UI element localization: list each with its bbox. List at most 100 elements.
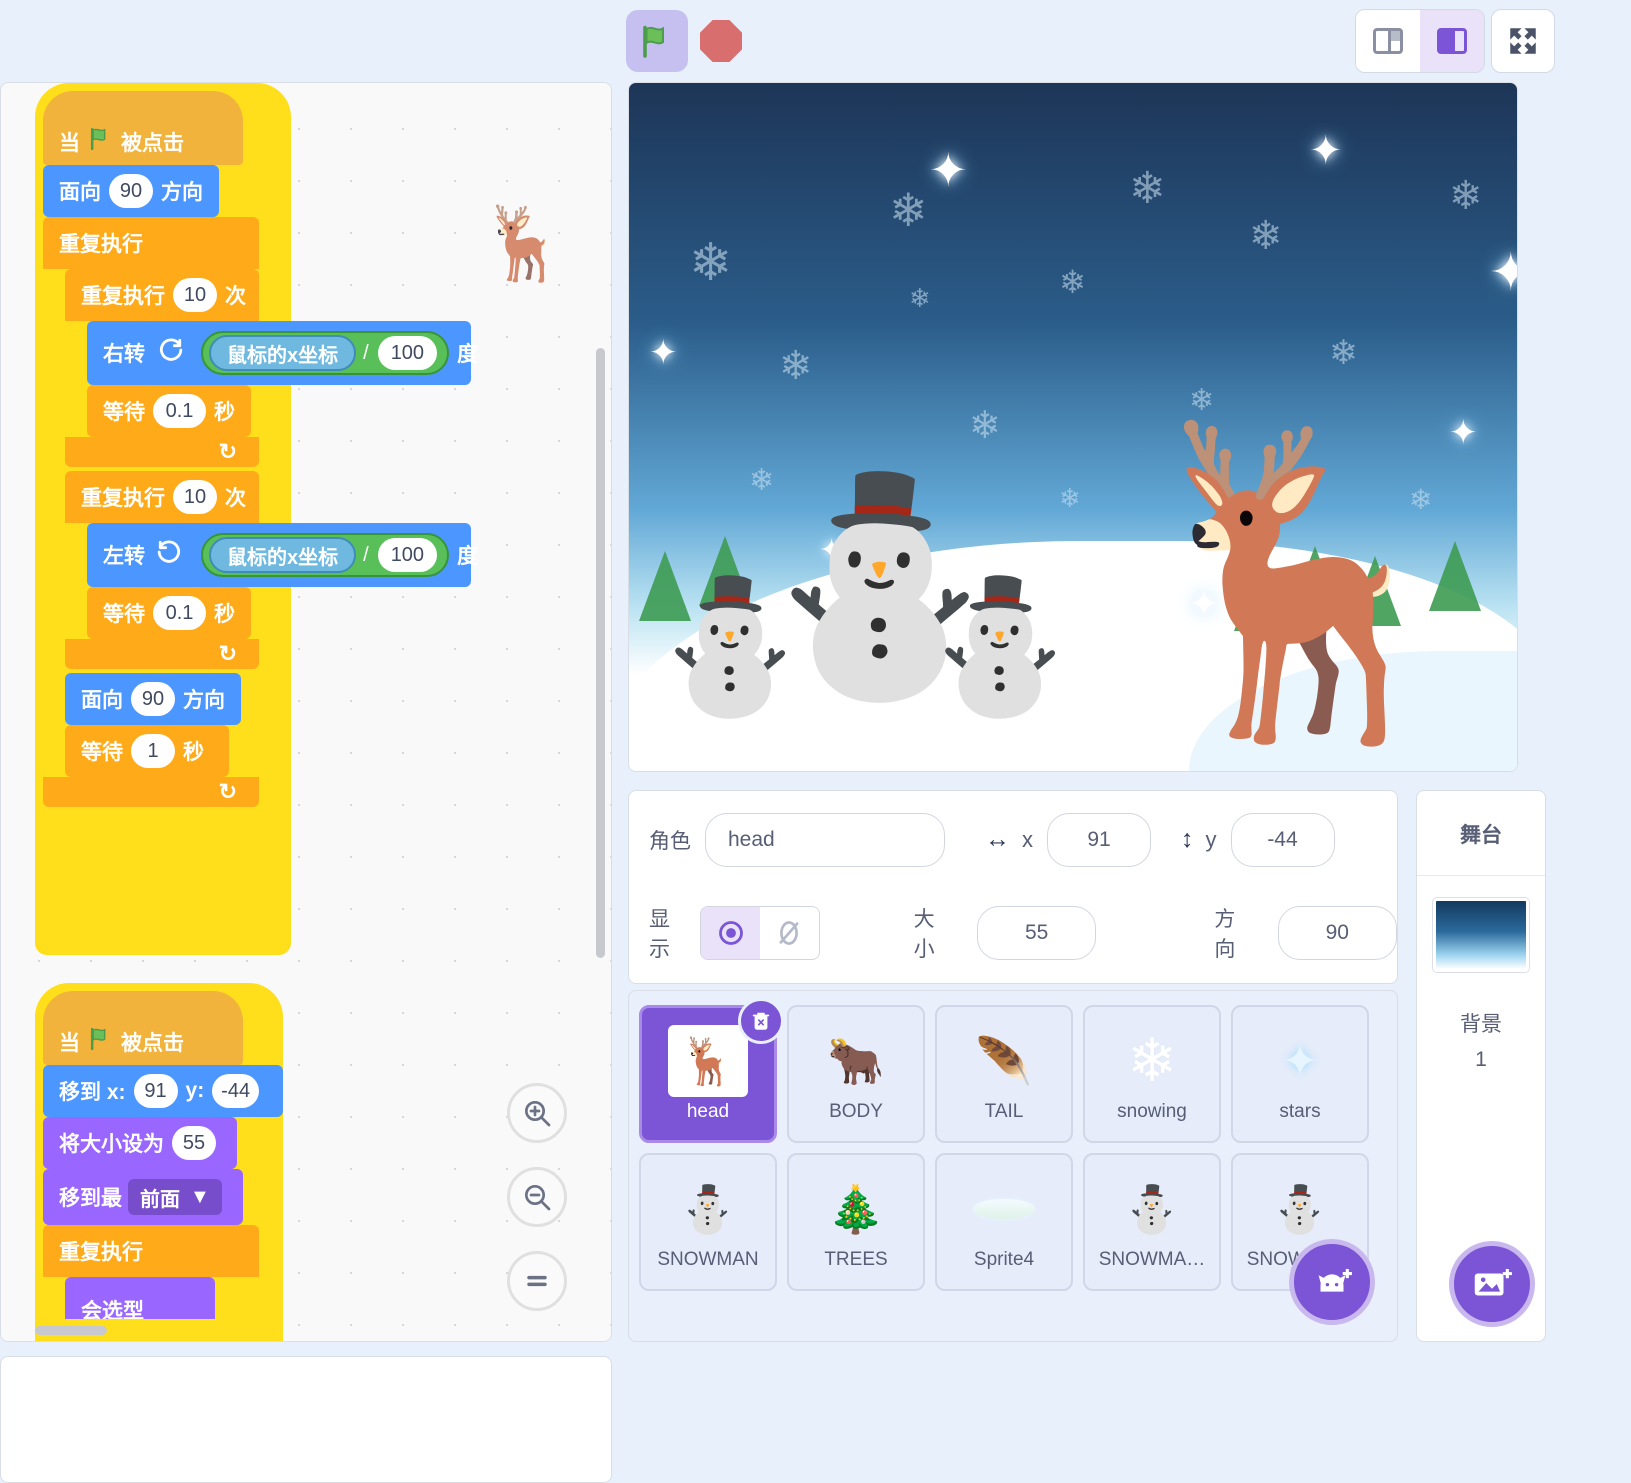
layer-dropdown[interactable]: 前面 ▼ [128, 1179, 222, 1215]
stop-button[interactable] [696, 16, 746, 66]
sprite-card-head[interactable]: 🦌 head [639, 998, 784, 1143]
sprite-name-input[interactable]: head [705, 812, 945, 867]
set-size-input[interactable]: 55 [172, 1126, 216, 1160]
sprite-card-sprite4[interactable]: Sprite4 [935, 1153, 1073, 1291]
point-direction-pre-2: 面向 [81, 689, 123, 712]
star-sparkle-icon: ✦ [929, 144, 968, 196]
mouse-x-reporter-1[interactable]: 鼠标的x坐标 [209, 335, 357, 371]
block-when-flag-clicked[interactable]: 当 被点击 [43, 91, 243, 165]
repeat-2-body: 左转 鼠标的x坐标 / 100 度 等待 0.1 秒 [87, 523, 478, 639]
block-go-to-layer[interactable]: 移到最 前面 ▼ [43, 1169, 243, 1225]
add-sprite-button[interactable] [1289, 1239, 1375, 1325]
wait-post-3: 秒 [183, 741, 204, 764]
small-stage-layout-button[interactable] [1356, 10, 1420, 72]
wait-input-1[interactable]: 0.1 [153, 394, 206, 428]
divisor-input-2[interactable]: 100 [377, 538, 438, 572]
green-flag-icon [643, 25, 664, 58]
direction-input[interactable]: 90 [1277, 906, 1397, 960]
sprite-card-stars[interactable]: ✦ stars [1231, 1005, 1369, 1143]
sprite-card-label: BODY [829, 1101, 883, 1122]
x-input[interactable]: 91 [1047, 812, 1151, 867]
zoom-in-button[interactable] [507, 1083, 567, 1143]
script-1[interactable]: 当 被点击 面向 90 方向 重复执行 重复执行 10 次 右转 鼠标的x坐标 … [35, 83, 478, 955]
sprite-card-tail[interactable]: 🪶 TAIL [935, 1005, 1073, 1143]
stage[interactable]: ❄ ❄ ❄ ❄ ❄ ❄ ❄ ❄ ❄ ❄ ❄ ❄ ❄ ❄ ✦ ✦ ✦ ✦ ✦ ✦ … [628, 82, 1518, 772]
clicked-label-2: 被点击 [121, 1032, 184, 1055]
stage-backdrop-thumbnail[interactable] [1433, 898, 1529, 972]
block-turn-right[interactable]: 右转 鼠标的x坐标 / 100 度 [87, 321, 478, 385]
hide-sprite-button[interactable] [759, 907, 819, 959]
block-forever[interactable]: 重复执行 [43, 217, 259, 269]
eye-icon [718, 921, 743, 945]
script-2[interactable]: 当 被点击 移到 x: 91 y: -44 将大小设为 55 移到最 前面 ▼ [35, 983, 283, 1341]
large-stage-icon [1437, 28, 1467, 54]
wait-input-3[interactable]: 1 [131, 734, 175, 768]
wait-input-2[interactable]: 0.1 [153, 596, 206, 630]
star-sparkle-icon: ✦ [1309, 129, 1343, 173]
stage-panel-divider [1417, 875, 1545, 876]
size-input[interactable]: 55 [976, 906, 1097, 960]
sprite-card-body[interactable]: 🐂 BODY [787, 1005, 925, 1143]
sprite-card-snowman-2[interactable]: ⛄ SNOWMA… [1083, 1153, 1221, 1291]
block-wait-2[interactable]: 等待 0.1 秒 [87, 587, 251, 639]
sprite-card-label: TREES [824, 1249, 888, 1270]
sprite-card-label: TAIL [984, 1101, 1024, 1122]
operator-divide-2[interactable]: 鼠标的x坐标 / 100 [201, 533, 450, 577]
star-sparkle-icon: ✦ [649, 334, 678, 372]
block-wait-3[interactable]: 等待 1 秒 [65, 725, 229, 777]
y-input[interactable]: -44 [1230, 812, 1335, 867]
sprite-thumbnail: ⛄ [1123, 1182, 1181, 1235]
block-repeat-1[interactable]: 重复执行 10 次 [65, 269, 259, 321]
small-stage-icon [1373, 28, 1403, 54]
sprite-thumbnail: ⛄ [679, 1182, 737, 1235]
wait-pre-1: 等待 [103, 401, 145, 424]
visibility-toggle-group [700, 906, 820, 960]
visibility-label: 显示 [649, 908, 670, 961]
zoom-reset-icon [527, 1275, 547, 1287]
direction-input[interactable]: 90 [109, 174, 153, 208]
block-turn-left[interactable]: 左转 鼠标的x坐标 / 100 度 [87, 523, 478, 587]
fullscreen-button[interactable] [1491, 9, 1555, 73]
goto-y-input[interactable]: -44 [212, 1074, 259, 1108]
show-sprite-button[interactable] [701, 907, 760, 959]
green-flag-icon-inline [88, 126, 113, 157]
block-partial-looks[interactable]: 会选型 [65, 1277, 215, 1319]
sprite-card-snowing[interactable]: ❄ snowing [1083, 1005, 1221, 1143]
direction-input-2[interactable]: 90 [131, 682, 175, 716]
direction-label: 方向 [1214, 908, 1236, 961]
divisor-input-1[interactable]: 100 [377, 336, 438, 370]
zoom-reset-button[interactable] [507, 1251, 567, 1311]
repeat-count-1[interactable]: 10 [173, 278, 217, 312]
block-wait-1[interactable]: 等待 0.1 秒 [87, 385, 251, 437]
zoom-out-button[interactable] [507, 1167, 567, 1227]
block-set-size[interactable]: 将大小设为 55 [43, 1117, 237, 1169]
sprite-card-trees[interactable]: 🎄 TREES [787, 1153, 925, 1291]
operator-divide-1[interactable]: 鼠标的x坐标 / 100 [201, 331, 450, 375]
mouse-x-reporter-2[interactable]: 鼠标的x坐标 [209, 537, 357, 573]
large-stage-layout-button[interactable] [1420, 10, 1484, 72]
code-workspace[interactable]: 🦌 当 被点击 面向 90 方向 重复执行 重复执行 10 次 右转 鼠标的x坐… [0, 82, 612, 1342]
snowflake-icon: ❄ [1329, 334, 1358, 372]
add-backdrop-button[interactable] [1449, 1241, 1535, 1327]
wait-post-2: 秒 [214, 603, 235, 626]
block-point-direction-2[interactable]: 面向 90 方向 [65, 673, 241, 725]
sprite-thumbnail: ❄ [1126, 1027, 1178, 1094]
repeat-count-2[interactable]: 10 [173, 480, 217, 514]
delete-sprite-button[interactable] [738, 998, 784, 1044]
block-repeat-2[interactable]: 重复执行 10 次 [65, 471, 259, 523]
block-point-direction[interactable]: 面向 90 方向 [43, 165, 219, 217]
block-goto-xy[interactable]: 移到 x: 91 y: -44 [43, 1065, 283, 1117]
stage-size-toggle-group [1355, 9, 1485, 73]
fullscreen-icon [1510, 28, 1536, 54]
zoom-out-icon [525, 1185, 551, 1211]
block-when-flag-clicked-2[interactable]: 当 被点击 [43, 991, 243, 1065]
block-forever-2[interactable]: 重复执行 [43, 1225, 259, 1277]
goto-x-label: 移到 x: [59, 1081, 126, 1104]
x-label: x [1022, 826, 1033, 852]
workspace-vertical-scrollbar[interactable] [596, 348, 605, 958]
sprite-card-snowman[interactable]: ⛄ SNOWMAN [639, 1153, 777, 1291]
green-flag-button[interactable] [626, 10, 688, 72]
goto-x-input[interactable]: 91 [133, 1074, 178, 1108]
workspace-horizontal-scrollbar[interactable] [35, 1326, 107, 1335]
snowflake-icon: ❄ [969, 405, 1001, 447]
